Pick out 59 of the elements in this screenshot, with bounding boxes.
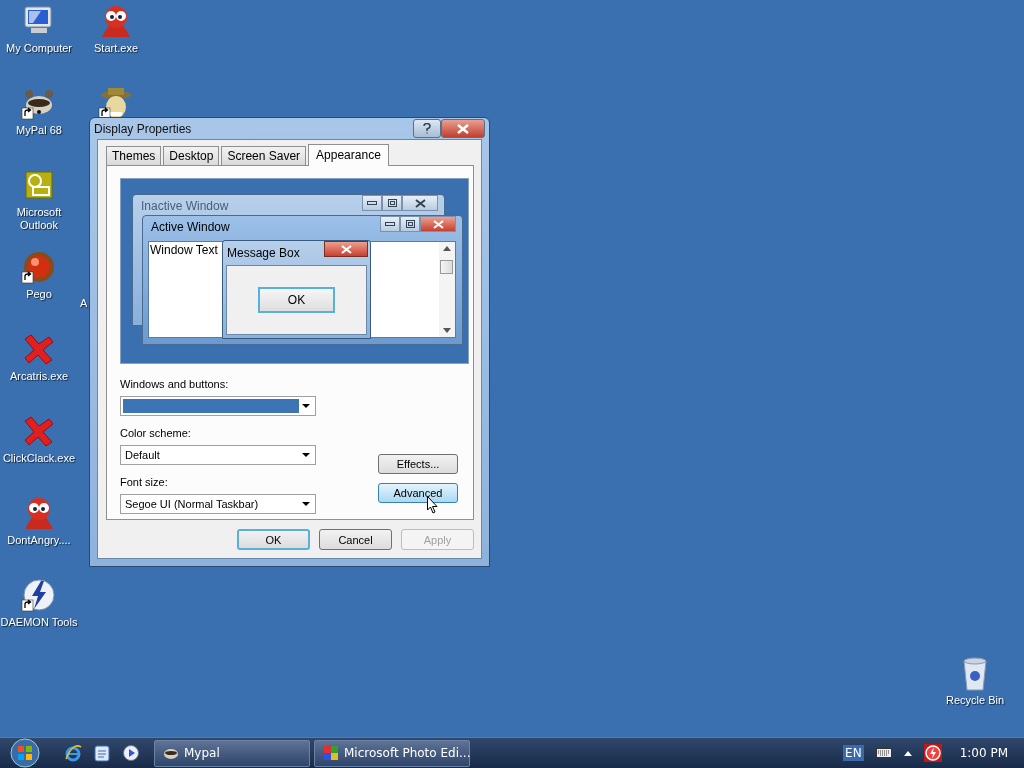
window-title: Active Window [151,220,230,234]
window-text: Window Text [149,242,218,257]
cursor-icon [427,496,438,514]
tab[interactable]: Desktop [163,146,220,165]
icon-label: A [80,297,88,310]
icon-label[interactable]: DontAngry.... [7,534,71,547]
icon-label[interactable]: ClickClack.exe [2,452,76,465]
keyboard-icon[interactable] [875,748,892,758]
trash-bin-icon[interactable] [961,657,989,691]
minimize-icon [385,222,395,226]
palette-icon [323,745,339,761]
dialog-button[interactable]: Advanced [378,483,458,503]
close-icon [340,244,352,254]
shield-icon[interactable] [923,744,942,762]
ok-button[interactable]: OK [258,287,335,313]
tab[interactable]: Appearance [308,144,389,166]
language-indicator[interactable]: EN [843,745,864,761]
minimize-icon [367,201,377,205]
window-title: Display Properties [94,121,193,136]
window-title: Inactive Window [141,199,229,213]
icon-label[interactable]: Recycle Bin [945,694,1005,707]
close-button[interactable] [441,119,485,138]
close-icon [457,123,469,134]
icon-label[interactable]: Pego [26,288,52,301]
browser-icon[interactable] [64,744,82,762]
scroll-up-icon[interactable] [443,246,451,251]
taskbar-button[interactable]: Microsoft Photo Edi... [314,739,470,767]
field-label: Windows and buttons: [120,378,230,392]
scroll-thumb[interactable] [440,260,453,274]
dialog-button[interactable]: Cancel [319,529,392,550]
field-label: Font size: [120,476,169,490]
media-player-icon[interactable] [122,744,140,762]
dropdown[interactable] [120,396,316,416]
tab[interactable]: Themes [106,146,162,165]
icon-label[interactable]: Microsoft Outlook [0,206,78,232]
help-button[interactable] [413,119,441,138]
icon-label[interactable]: Start.exe [94,42,138,55]
scroll-down-icon[interactable] [443,328,451,333]
clock[interactable]: 1:00 PM [959,746,1008,760]
notepad-icon[interactable] [94,744,110,762]
dialog-button[interactable]: Effects... [378,454,458,474]
taskbar-button[interactable]: Mypal [154,739,310,767]
maximize-icon [405,220,415,228]
close-icon [414,198,426,208]
field-label: Color scheme: [120,427,192,441]
icon-label[interactable]: DAEMON Tools [0,616,78,629]
dropdown[interactable]: Default [120,445,316,465]
icon-label[interactable]: My Computer [6,42,72,55]
dropdown[interactable]: Segoe UI (Normal Taskbar) [120,494,316,514]
close-icon [432,219,444,229]
help-icon [423,123,431,134]
maximize-icon [387,199,397,207]
up-arrow-icon[interactable] [903,750,912,756]
window-title: Message Box [227,246,300,260]
icon-label[interactable]: MyPal 68 [16,124,62,137]
dialog-button[interactable]: OK [237,529,310,550]
icon-label[interactable]: Arcatris.exe [9,370,69,383]
tab[interactable]: Screen Saver [221,146,307,165]
start-orb-icon[interactable] [10,738,40,768]
